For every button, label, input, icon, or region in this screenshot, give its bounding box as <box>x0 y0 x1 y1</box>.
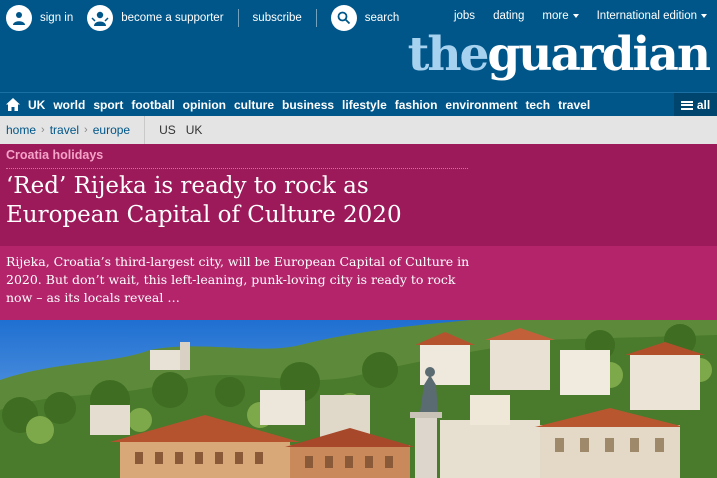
edition-label: International edition <box>596 10 697 22</box>
nav-item-culture[interactable]: culture <box>234 98 274 112</box>
header-divider <box>315 9 317 27</box>
hero-image <box>0 320 717 478</box>
breadcrumb: home › travel › europe US UK <box>0 116 717 144</box>
chevron-right-icon: › <box>41 124 45 136</box>
supporter-icon[interactable] <box>87 5 114 31</box>
edition-link-us[interactable]: US <box>159 123 176 137</box>
main-nav: UK world sport football opinion culture … <box>0 92 717 117</box>
user-icon[interactable] <box>6 5 32 31</box>
nav-item-lifestyle[interactable]: lifestyle <box>342 98 387 112</box>
header-divider <box>237 9 239 27</box>
nav-item-business[interactable]: business <box>282 98 334 112</box>
jobs-link[interactable]: jobs <box>454 10 475 22</box>
nav-item-world[interactable]: world <box>53 98 85 112</box>
logo-guardian: guardian <box>487 27 711 82</box>
search-icon[interactable] <box>330 5 357 31</box>
chevron-down-icon <box>701 14 707 18</box>
all-label: all <box>696 98 711 112</box>
menu-icon <box>680 100 693 110</box>
guardian-logo[interactable]: theguardian <box>407 24 711 86</box>
edition-selector[interactable]: International edition <box>597 10 707 22</box>
breadcrumb-europe[interactable]: europe <box>93 123 130 137</box>
nav-item-travel[interactable]: travel <box>558 98 590 112</box>
subscribe-link[interactable]: subscribe <box>253 12 302 24</box>
home-icon[interactable] <box>0 93 26 117</box>
series-link[interactable]: Croatia holidays <box>6 148 103 162</box>
dating-link[interactable]: dating <box>493 10 524 22</box>
logo-the: the <box>407 27 490 82</box>
breadcrumb-home[interactable]: home <box>6 123 36 137</box>
nav-item-opinion[interactable]: opinion <box>183 98 226 112</box>
become-supporter-link[interactable]: become a supporter <box>121 12 223 24</box>
nav-item-football[interactable]: football <box>131 98 174 112</box>
standfirst-block: Rijeka, Croatia’s third-largest city, wi… <box>0 246 717 320</box>
breadcrumb-travel[interactable]: travel <box>50 123 79 137</box>
nav-item-environment[interactable]: environment <box>445 98 517 112</box>
more-label: more <box>542 10 569 22</box>
more-menu[interactable]: more <box>542 10 579 22</box>
nav-item-tech[interactable]: tech <box>525 98 550 112</box>
nav-item-fashion[interactable]: fashion <box>395 98 438 112</box>
edition-link-uk[interactable]: UK <box>186 123 203 137</box>
chevron-down-icon <box>572 14 579 18</box>
article-header: Croatia holidays ‘Red’ Rijeka is ready t… <box>0 144 717 246</box>
search-link[interactable]: search <box>365 12 400 24</box>
article-standfirst: Rijeka, Croatia’s third-largest city, wi… <box>6 254 470 305</box>
nav-item-uk[interactable]: UK <box>28 98 45 112</box>
site-header: sign in become a supporter subscribe sea… <box>0 0 717 92</box>
nav-item-sport[interactable]: sport <box>93 98 123 112</box>
series-divider <box>6 168 468 169</box>
header-secondary-links: jobs dating more International edition <box>436 10 707 22</box>
header-actions: sign in become a supporter subscribe sea… <box>6 4 413 32</box>
sign-in-link[interactable]: sign in <box>40 12 73 24</box>
article-headline: ‘Red’ Rijeka is ready to rock as Europea… <box>6 173 402 228</box>
chevron-right-icon: › <box>84 124 88 136</box>
breadcrumb-divider <box>144 116 146 144</box>
all-sections-button[interactable]: all <box>674 93 717 117</box>
